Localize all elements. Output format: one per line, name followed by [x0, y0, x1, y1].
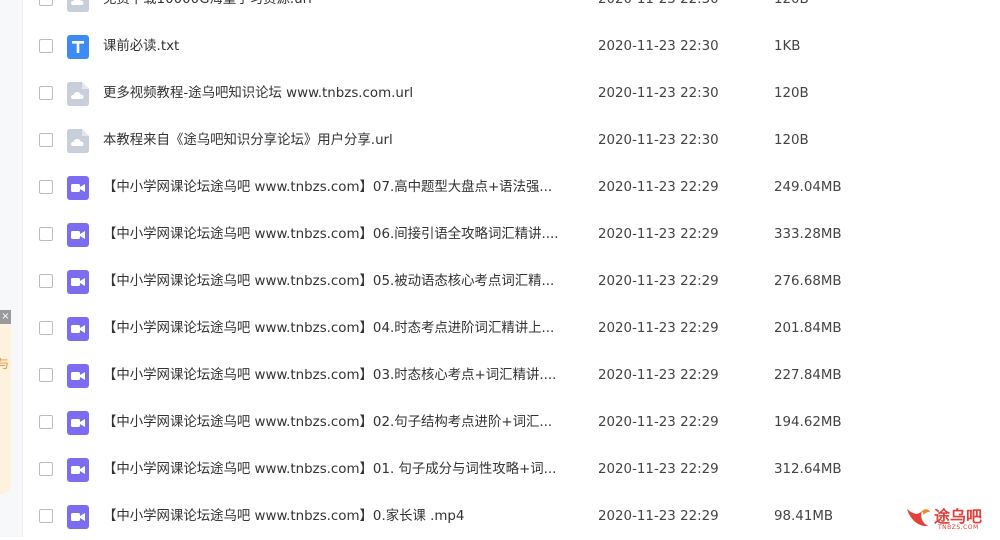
file-date: 2020-11-23 22:30 [598, 39, 719, 54]
link-file-icon [67, 129, 89, 153]
video-file-icon [67, 176, 89, 200]
file-name[interactable]: 课前必读.txt [103, 23, 179, 70]
file-size: 312.64MB [774, 462, 842, 477]
file-name[interactable]: 【中小学网课论坛途乌吧 www.tnbzs.com】01. 句子成分与词性攻略+… [103, 446, 556, 493]
row-checkbox[interactable] [39, 39, 53, 53]
file-name[interactable]: 【中小学网课论坛途乌吧 www.tnbzs.com】06.间接引语全攻略词汇精讲… [103, 211, 559, 258]
file-date: 2020-11-23 22:29 [598, 462, 719, 477]
file-size: 276.68MB [774, 274, 842, 289]
row-checkbox[interactable] [39, 227, 53, 241]
file-size: 227.84MB [774, 368, 842, 383]
video-file-icon [67, 458, 89, 482]
file-row[interactable]: 【中小学网课论坛途乌吧 www.tnbzs.com】02.句子结构考点进阶+词汇… [23, 399, 1000, 446]
row-checkbox[interactable] [39, 0, 53, 6]
file-size: 201.84MB [774, 321, 842, 336]
video-file-icon [67, 505, 89, 529]
file-name[interactable]: 【中小学网课论坛途乌吧 www.tnbzs.com】02.句子结构考点进阶+词汇… [103, 399, 552, 446]
file-size: 120B [774, 86, 809, 101]
file-row[interactable]: 【中小学网课论坛途乌吧 www.tnbzs.com】07.高中题型大盘点+语法强… [23, 164, 1000, 211]
row-checkbox[interactable] [39, 180, 53, 194]
file-row[interactable]: 【中小学网课论坛途乌吧 www.tnbzs.com】06.间接引语全攻略词汇精讲… [23, 211, 1000, 258]
row-checkbox[interactable] [39, 86, 53, 100]
file-date: 2020-11-23 22:30 [598, 86, 719, 101]
file-date: 2020-11-23 22:29 [598, 180, 719, 195]
video-file-icon [67, 411, 89, 435]
promo-panel[interactable] [0, 312, 11, 494]
watermark-logo: 途乌吧 TNBZS.COM [902, 502, 998, 534]
file-name[interactable]: 本教程来自《途乌吧知识分享论坛》用户分享.url [103, 117, 393, 164]
watermark-subtext: TNBZS.COM [938, 524, 979, 531]
file-size: 1KB [774, 39, 801, 54]
file-size: 194.62MB [774, 415, 842, 430]
file-date: 2020-11-23 22:30 [598, 0, 719, 23]
file-row[interactable]: 【中小学网课论坛途乌吧 www.tnbzs.com】04.时态考点进阶词汇精讲上… [23, 305, 1000, 352]
video-file-icon [67, 270, 89, 294]
file-row[interactable]: 免费下载10000G海量学习资源.url 2020-11-23 22:30 120B [23, 0, 1000, 23]
bird-logo-icon [907, 509, 930, 527]
file-row[interactable]: 【中小学网课论坛途乌吧 www.tnbzs.com】0.家长课 .mp4 2020… [23, 493, 1000, 540]
file-name[interactable]: 免费下载10000G海量学习资源.url [103, 0, 312, 23]
file-date: 2020-11-23 22:29 [598, 368, 719, 383]
file-date: 2020-11-23 22:29 [598, 415, 719, 430]
file-row[interactable]: 【中小学网课论坛途乌吧 www.tnbzs.com】01. 句子成分与词性攻略+… [23, 446, 1000, 493]
file-size: 98.41MB [774, 509, 834, 524]
video-file-icon [67, 223, 89, 247]
file-date: 2020-11-23 22:29 [598, 274, 719, 289]
video-file-icon [67, 317, 89, 341]
link-file-icon [67, 82, 89, 106]
file-size: 120B [774, 133, 809, 148]
file-row[interactable]: 【中小学网课论坛途乌吧 www.tnbzs.com】05.被动语态核心考点词汇精… [23, 258, 1000, 305]
file-row[interactable]: 【中小学网课论坛途乌吧 www.tnbzs.com】03.时态核心考点+词汇精讲… [23, 352, 1000, 399]
row-checkbox[interactable] [39, 415, 53, 429]
file-name[interactable]: 【中小学网课论坛途乌吧 www.tnbzs.com】05.被动语态核心考点词汇精… [103, 258, 554, 305]
row-checkbox[interactable] [39, 509, 53, 523]
row-checkbox[interactable] [39, 274, 53, 288]
file-size: 249.04MB [774, 180, 842, 195]
file-name[interactable]: 【中小学网课论坛途乌吧 www.tnbzs.com】0.家长课 .mp4 [103, 493, 464, 540]
row-checkbox[interactable] [39, 321, 53, 335]
video-file-icon [67, 364, 89, 388]
text-file-icon [67, 35, 89, 59]
file-size: 333.28MB [774, 227, 842, 242]
file-name[interactable]: 【中小学网课论坛途乌吧 www.tnbzs.com】04.时态考点进阶词汇精讲上… [103, 305, 554, 352]
file-name[interactable]: 【中小学网课论坛途乌吧 www.tnbzs.com】03.时态核心考点+词汇精讲… [103, 352, 556, 399]
file-name[interactable]: 更多视频教程-途乌吧知识论坛 www.tnbzs.com.url [103, 70, 413, 117]
file-name[interactable]: 【中小学网课论坛途乌吧 www.tnbzs.com】07.高中题型大盘点+语法强… [103, 164, 552, 211]
file-date: 2020-11-23 22:29 [598, 227, 719, 242]
file-date: 2020-11-23 22:30 [598, 133, 719, 148]
file-row[interactable]: 课前必读.txt 2020-11-23 22:30 1KB [23, 23, 1000, 70]
promo-text: 与 [0, 357, 10, 371]
file-row[interactable]: 本教程来自《途乌吧知识分享论坛》用户分享.url 2020-11-23 22:30… [23, 117, 1000, 164]
file-list: 免费下载10000G海量学习资源.url 2020-11-23 22:30 120B… [23, 0, 1000, 540]
row-checkbox[interactable] [39, 368, 53, 382]
file-date: 2020-11-23 22:29 [598, 509, 719, 524]
row-checkbox[interactable] [39, 133, 53, 147]
file-date: 2020-11-23 22:29 [598, 321, 719, 336]
file-row[interactable]: 更多视频教程-途乌吧知识论坛 www.tnbzs.com.url 2020-11-… [23, 70, 1000, 117]
file-size: 120B [774, 0, 809, 23]
link-file-icon [67, 0, 89, 12]
promo-close-button[interactable]: × [0, 310, 11, 324]
row-checkbox[interactable] [39, 462, 53, 476]
